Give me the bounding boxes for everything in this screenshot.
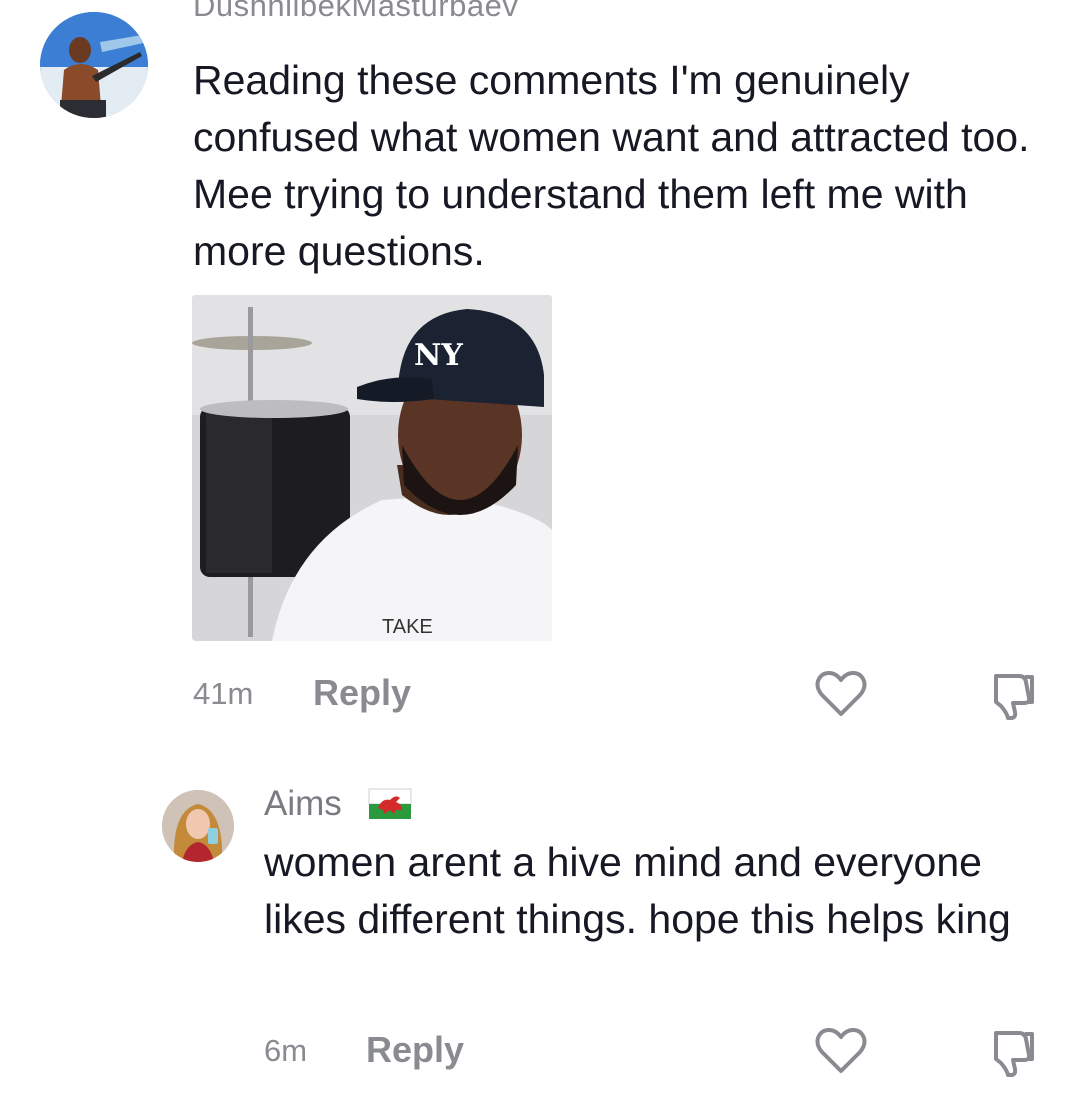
thumbs-down-icon[interactable] <box>987 672 1035 720</box>
comment-timestamp: 6m <box>264 1033 308 1068</box>
avatar-image <box>162 790 234 862</box>
comment-actions: 6m Reply <box>264 1025 1054 1077</box>
avatar[interactable] <box>40 12 148 118</box>
reply-button[interactable]: Reply <box>366 1029 464 1071</box>
comment-text: Reading these comments I'm genuinely con… <box>193 57 1030 274</box>
comment-text: women arent a hive mind and everyone lik… <box>264 839 1011 942</box>
avatar-image <box>40 12 148 118</box>
comment-image[interactable]: NY TAKE <box>192 295 552 641</box>
reply-button[interactable]: Reply <box>313 672 411 714</box>
comment-actions: 41m Reply <box>193 668 1053 720</box>
comment-photo: NY TAKE <box>192 295 552 641</box>
comment-username[interactable]: DushnilbekMasturbaev <box>193 0 793 34</box>
svg-text:NY: NY <box>414 338 463 373</box>
heart-outline-icon[interactable] <box>815 1027 867 1075</box>
wales-flag-icon <box>368 788 412 819</box>
thumbs-down-icon[interactable] <box>987 1029 1035 1077</box>
shirt-text: TAKE <box>382 616 433 638</box>
comment-timestamp: 41m <box>193 676 254 711</box>
heart-outline-icon[interactable] <box>815 670 867 718</box>
comment-username[interactable]: Aims <box>264 784 342 824</box>
avatar[interactable] <box>162 790 234 862</box>
